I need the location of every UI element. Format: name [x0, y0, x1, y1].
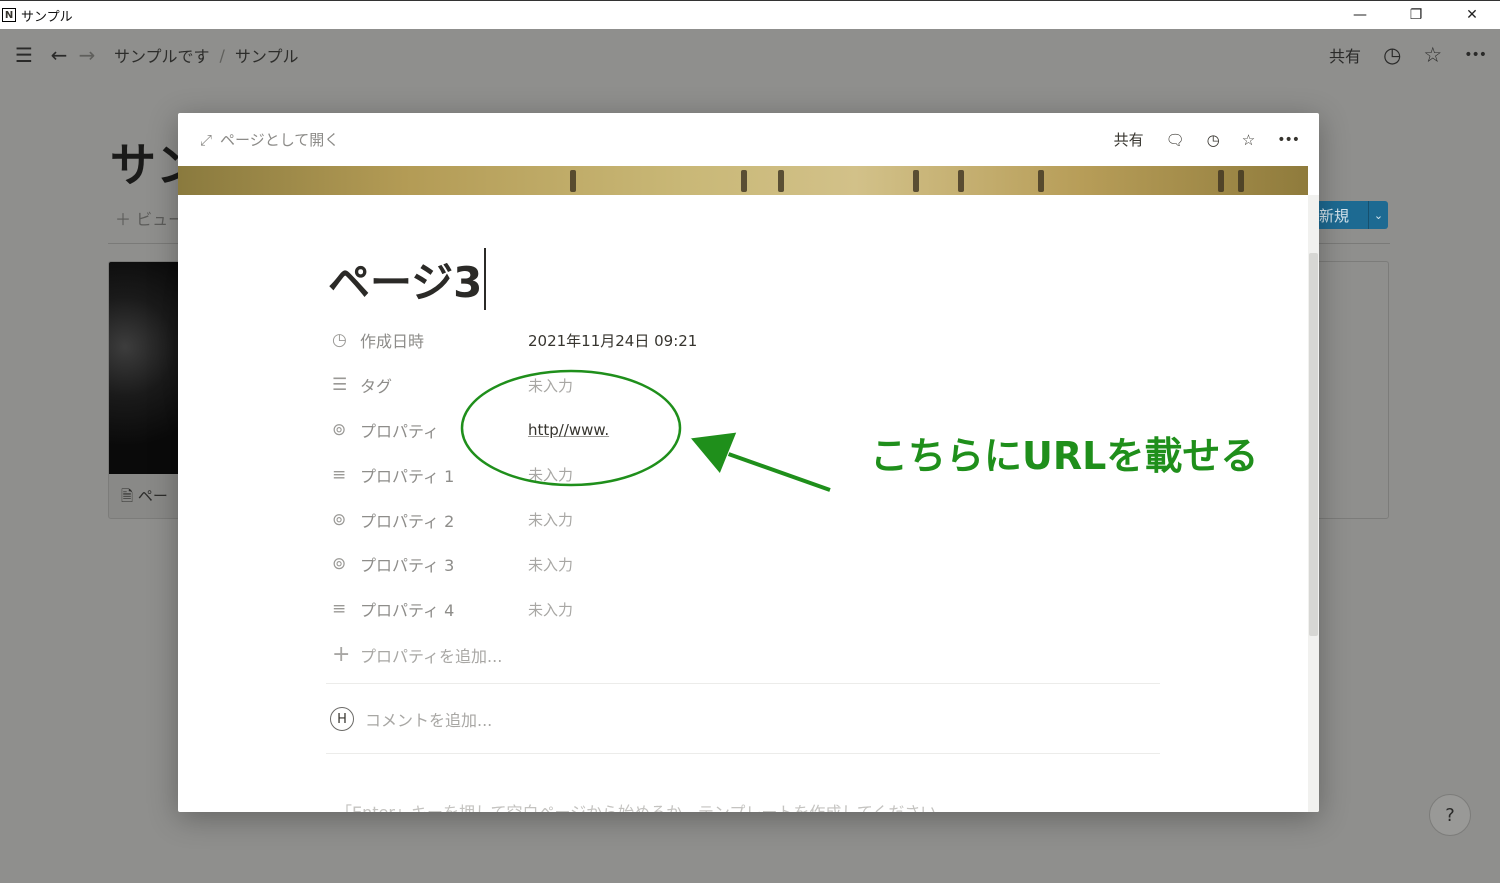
help-button[interactable]: ?: [1429, 794, 1471, 836]
page-title-text[interactable]: ページ3: [328, 249, 482, 310]
property-value[interactable]: 未入力: [528, 554, 573, 575]
property-label: プロパティ 4: [360, 601, 455, 621]
property-label: プロパティ 2: [360, 511, 455, 531]
text-icon: ≡: [332, 464, 347, 485]
property-value[interactable]: 未入力: [528, 375, 573, 396]
open-as-page-button[interactable]: ⤢ ページとして開く: [200, 129, 339, 150]
divider: [326, 683, 1160, 684]
top-bar-actions: 共有 ◷ ☆ •••: [1329, 29, 1487, 81]
close-window-button[interactable]: ✕: [1444, 1, 1500, 29]
empty-page-hint: 「Enter」キーを押して空白ページから始めるか、テンプレートを作成してください: [336, 799, 936, 812]
top-bar: ☰ ← → サンプルです / サンプル 共有 ◷ ☆ •••: [0, 29, 1500, 81]
property-list: ◷ 作成日時 2021年11月24日 09:21 ☰ タグ 未入力 ⊚ プロパテ…: [328, 318, 1158, 678]
text-icon: ≡: [332, 599, 347, 620]
add-property-label: プロパティを追加...: [360, 646, 503, 666]
property-name[interactable]: ⊚ プロパティ 2: [328, 508, 528, 532]
list-icon: ☰: [332, 375, 348, 396]
restore-button[interactable]: ❐: [1388, 1, 1444, 29]
back-arrow-icon[interactable]: ←: [48, 43, 70, 67]
more-options-icon[interactable]: •••: [1464, 47, 1487, 63]
favorite-star-icon[interactable]: ☆: [1242, 131, 1255, 149]
clock-icon: ◷: [332, 330, 347, 351]
property-row-4[interactable]: ≡ プロパティ 4 未入力: [328, 587, 1158, 632]
breadcrumb-item-parent[interactable]: サンプルです: [114, 43, 210, 67]
property-row-created-time[interactable]: ◷ 作成日時 2021年11月24日 09:21: [328, 318, 1158, 363]
link-icon: ⊚: [332, 554, 347, 575]
text-cursor: [484, 248, 487, 310]
link-icon: ⊚: [332, 419, 347, 440]
property-label: 作成日時: [360, 332, 425, 352]
share-button[interactable]: 共有: [1329, 43, 1361, 67]
new-button-label: 新規: [1319, 206, 1350, 225]
card-cover-image: [109, 262, 187, 474]
property-value[interactable]: 未入力: [528, 464, 573, 485]
property-row-2[interactable]: ⊚ プロパティ 2 未入力: [328, 497, 1158, 542]
page-cover-image[interactable]: [178, 166, 1308, 195]
link-icon: ⊚: [332, 509, 347, 530]
annotation-text: こちらにURLを載せる: [869, 434, 1259, 479]
property-value[interactable]: 未入力: [528, 509, 573, 530]
card-caption: 🗎 ペー: [121, 487, 168, 505]
scrollbar-thumb[interactable]: [1309, 253, 1318, 636]
page-title[interactable]: ページ3: [328, 248, 487, 310]
sidebar-menu-icon[interactable]: ☰: [13, 43, 35, 67]
property-row-tag[interactable]: ☰ タグ 未入力: [328, 363, 1158, 408]
url-property-value[interactable]: http//www.: [528, 421, 609, 439]
history-icon[interactable]: ◷: [1207, 131, 1220, 149]
gallery-card[interactable]: 🗎 ペー: [108, 261, 188, 519]
user-avatar: H: [330, 707, 354, 731]
property-name[interactable]: ◷ 作成日時: [328, 328, 528, 352]
favorite-star-icon[interactable]: ☆: [1423, 43, 1442, 67]
modal-actions: 共有 🗨 ◷ ☆ •••: [1114, 113, 1300, 166]
forward-arrow-icon[interactable]: →: [76, 43, 98, 67]
expand-icon: ⤢: [200, 130, 213, 149]
comment-input[interactable]: コメントを追加...: [365, 707, 492, 731]
property-label: プロパティ: [360, 421, 440, 441]
plus-icon: +: [332, 642, 351, 668]
chevron-down-icon[interactable]: ⌄: [1368, 201, 1388, 229]
window-titlebar: N サンプル — ❐ ✕: [0, 0, 1500, 29]
modal-header: ⤢ ページとして開く 共有 🗨 ◷ ☆ •••: [178, 113, 1319, 166]
property-label: プロパティ 1: [360, 466, 455, 486]
history-icon[interactable]: ◷: [1383, 43, 1401, 67]
add-comment-row[interactable]: H コメントを追加...: [330, 707, 492, 731]
divider: [326, 753, 1160, 754]
property-name[interactable]: ⊚ プロパティ: [328, 418, 528, 442]
property-name[interactable]: ≡ プロパティ 4: [328, 597, 528, 621]
property-label: タグ: [360, 377, 393, 397]
comment-icon[interactable]: 🗨: [1166, 131, 1185, 149]
property-name[interactable]: ☰ タグ: [328, 373, 528, 397]
property-label: プロパティ 3: [360, 556, 455, 576]
property-row-3[interactable]: ⊚ プロパティ 3 未入力: [328, 542, 1158, 587]
property-name[interactable]: ⊚ プロパティ 3: [328, 552, 528, 576]
modal-share-button[interactable]: 共有: [1114, 129, 1144, 150]
open-as-page-label: ページとして開く: [220, 131, 340, 149]
more-options-icon[interactable]: •••: [1277, 132, 1300, 148]
new-button[interactable]: 新規 ⌄: [1316, 201, 1388, 229]
window-controls: — ❐ ✕: [1332, 1, 1500, 29]
property-value[interactable]: 未入力: [528, 599, 573, 620]
property-value[interactable]: 2021年11月24日 09:21: [528, 330, 697, 351]
property-name[interactable]: ≡ プロパティ 1: [328, 463, 528, 487]
modal-scrollbar[interactable]: [1308, 195, 1319, 812]
add-view-button[interactable]: ＋ ビュー: [115, 206, 184, 230]
notion-app-icon: N: [2, 8, 16, 22]
add-property-button[interactable]: + プロパティを追加...: [328, 632, 1158, 678]
breadcrumb-separator: /: [219, 45, 225, 65]
breadcrumb-item-current[interactable]: サンプル: [235, 43, 299, 67]
window-title: サンプル: [21, 9, 73, 25]
minimize-button[interactable]: —: [1332, 1, 1388, 29]
